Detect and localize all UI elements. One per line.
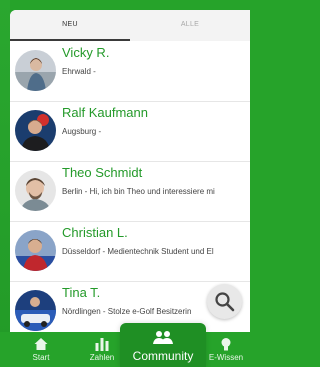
nav-start[interactable]: Start xyxy=(15,332,67,367)
tab-alle[interactable]: ALLE xyxy=(130,10,250,41)
user-name: Theo Schmidt xyxy=(62,165,143,180)
search-icon xyxy=(215,292,235,312)
user-subtitle: Düsseldorf - Medientechnik Student und E… xyxy=(62,247,214,256)
user-subtitle: Augsburg - xyxy=(62,127,102,136)
avatar xyxy=(15,290,56,331)
avatar xyxy=(15,170,56,211)
list-item[interactable]: Vicky R. Ehrwald - xyxy=(10,41,250,102)
nav-ewissen[interactable]: E-Wissen xyxy=(204,332,248,367)
list-item[interactable]: Christian L. Düsseldorf - Medientechnik … xyxy=(10,221,250,282)
tab-neu[interactable]: NEU xyxy=(10,10,130,41)
list-item[interactable]: Theo Schmidt Berlin - Hi, ich bin Theo u… xyxy=(10,161,250,222)
avatar xyxy=(15,50,56,91)
nav-community[interactable]: Community xyxy=(120,323,206,367)
community-panel: NEU ALLE Vicky R. Ehrwald - Ralf Kaufman… xyxy=(10,10,250,332)
user-name: Tina T. xyxy=(62,285,101,300)
list-item[interactable]: Ralf Kaufmann Augsburg - xyxy=(10,101,250,162)
nav-zahlen[interactable]: Zahlen xyxy=(80,332,124,367)
bar-chart-icon xyxy=(95,338,109,351)
user-name: Ralf Kaufmann xyxy=(62,105,148,120)
background-edge xyxy=(0,0,10,367)
user-name: Christian L. xyxy=(62,225,128,240)
user-subtitle: Berlin - Hi, ich bin Theo und interessie… xyxy=(62,187,215,196)
user-subtitle: Ehrwald - xyxy=(62,67,96,76)
user-name: Vicky R. xyxy=(62,45,110,60)
lightbulb-icon xyxy=(221,338,231,351)
search-fab[interactable] xyxy=(207,284,242,319)
home-icon xyxy=(34,338,48,350)
tab-bar: NEU ALLE xyxy=(10,10,250,41)
avatar xyxy=(15,230,56,271)
people-icon xyxy=(153,331,173,344)
avatar xyxy=(15,110,56,151)
